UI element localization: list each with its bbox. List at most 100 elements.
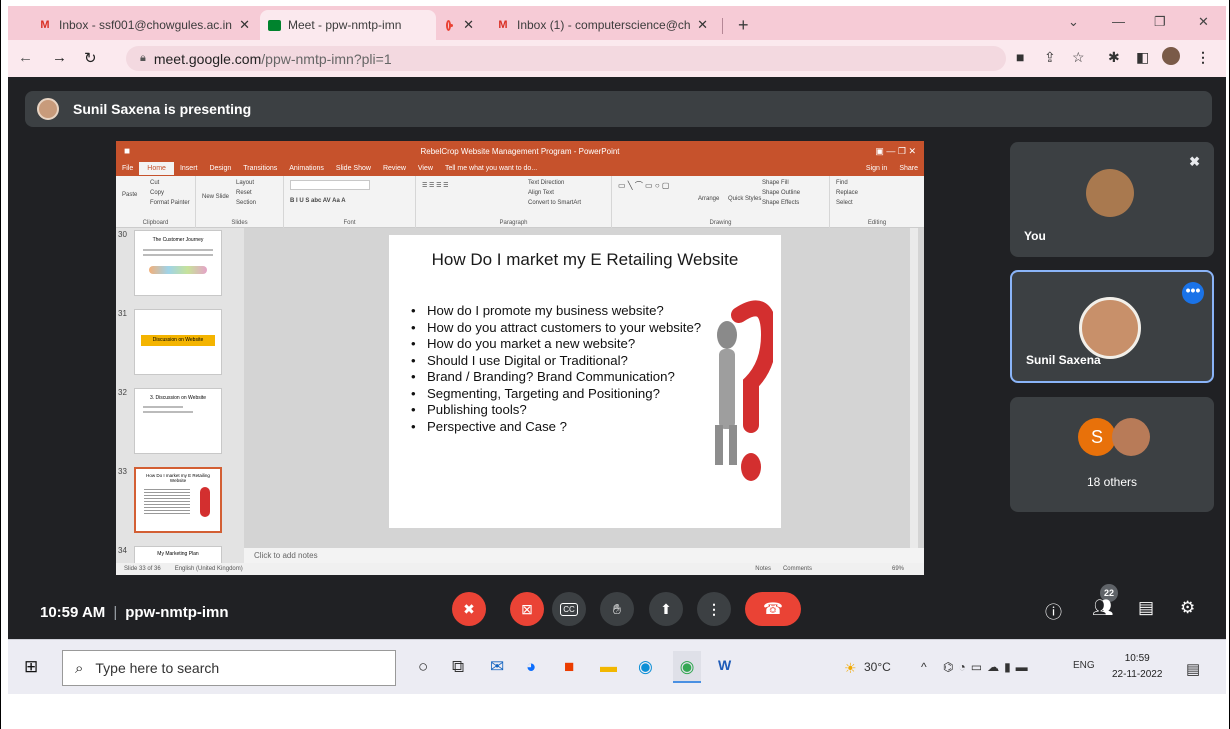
tab-gmail-inbox[interactable]: M Inbox - ssf001@chowgules.ac.in ✕: [30, 10, 258, 40]
tile-others[interactable]: S 18 others: [1010, 397, 1214, 512]
meet-icon: [268, 19, 281, 31]
ribbon-cut: Cut: [150, 180, 160, 186]
sunil-avatar: [1079, 297, 1141, 359]
address-bar[interactable]: 🔒︎ meet.google.com/ppw-nmtp-imn?pli=1: [126, 46, 1006, 71]
ribbon-group-slides: New Slide Layout Reset Section Slides: [196, 176, 284, 228]
present-button[interactable]: ⬆: [649, 592, 683, 626]
slide-thumbnail: Discussion on Website: [134, 309, 222, 375]
status-comments: Comments: [782, 566, 812, 572]
tray-chevron-icon[interactable]: ^: [921, 660, 927, 674]
mic-toggle-button[interactable]: ✖︎: [452, 592, 486, 626]
task-view-icon[interactable]: ⧉: [452, 657, 464, 677]
close-icon[interactable]: ✕: [691, 17, 708, 33]
tile-you[interactable]: ✖︎ You: [1010, 142, 1214, 257]
slide-scrollbar[interactable]: [910, 228, 918, 548]
taskbar-search-box[interactable]: ⌕ Type here to search: [62, 650, 396, 686]
ribbon-reset: Reset: [236, 190, 252, 196]
leave-call-button[interactable]: ☎: [745, 592, 801, 626]
language-indicator[interactable]: ENG: [1073, 660, 1095, 671]
lock-icon[interactable]: 🔒︎: [140, 52, 146, 65]
tab-search-icon[interactable]: ⌄: [1068, 14, 1079, 30]
tab-separator: [722, 18, 723, 34]
ppt-tab-slideshow: Slide Show: [335, 165, 371, 172]
slide-thumbnail: The Customer Journey: [134, 230, 222, 296]
chrome-icon[interactable]: ◉: [673, 651, 701, 683]
restore-icon[interactable]: ❐: [1154, 14, 1166, 30]
windows-start-icon[interactable]: ⊞: [24, 657, 38, 677]
reload-icon[interactable]: ↻: [84, 49, 97, 67]
window-close-icon[interactable]: ✕: [1198, 14, 1209, 30]
info-icon[interactable]: ⓘ: [1045, 598, 1062, 623]
ribbon-group-editing: Find Replace Select Editing: [830, 176, 924, 228]
people-icon[interactable]: 👥︎: [1092, 598, 1114, 618]
tab-meet[interactable]: Meet - ppw-nmtp-imn: [260, 10, 436, 40]
camera-toggle-button[interactable]: ⊠: [510, 592, 544, 626]
presenting-banner: Sunil Saxena is presenting: [25, 91, 1212, 127]
ppt-sign-in: Sign in: [865, 165, 888, 172]
taskbar-clock[interactable]: 10:59 22-11-2022: [1112, 651, 1162, 683]
notifications-icon[interactable]: ▤: [1186, 660, 1200, 678]
thumb-number: 32: [118, 388, 127, 397]
bookmark-star-icon[interactable]: ☆: [1072, 49, 1085, 66]
weather-temp[interactable]: 30°C: [864, 660, 891, 674]
edge-legacy-icon[interactable]: ◕: [526, 657, 536, 677]
search-placeholder: Type here to search: [95, 660, 220, 676]
thumb-line: [143, 406, 183, 408]
tab-meet-controls[interactable]: ✕: [438, 10, 482, 40]
slide-bullet-list: How do I promote my business website? Ho…: [411, 303, 721, 435]
profile-avatar[interactable]: [1162, 47, 1180, 65]
extensions-icon[interactable]: ✱: [1108, 49, 1120, 66]
tray-icons[interactable]: ⌬◔▭☁▮▬: [943, 660, 1033, 674]
ribbon-group-font: B I U S abc AV Aa A Font: [284, 176, 416, 228]
ppt-title-bar: RebelCrop Website Management Program - P…: [116, 141, 924, 161]
back-icon[interactable]: ←: [18, 49, 33, 66]
edge-icon[interactable]: ◉: [638, 657, 653, 677]
ppt-ribbon: Paste Cut Copy Format Painter Clipboard …: [116, 176, 924, 228]
ribbon-group-drawing: ▭ ╲ ⌒ ▭ ○ ▢ Arrange Quick Styles Shape F…: [612, 176, 830, 228]
windows-taskbar: ⊞ ⌕ Type here to search ○ ⧉ ✉ ◕ ■ ▬ ◉ ◉ …: [8, 639, 1226, 694]
minimize-icon[interactable]: —: [1112, 14, 1125, 29]
office-icon[interactable]: ■: [564, 657, 574, 677]
ppt-window-title: RebelCrop Website Management Program - P…: [420, 146, 620, 156]
presenting-text: Sunil Saxena is presenting: [73, 101, 252, 117]
forward-icon[interactable]: →: [52, 49, 67, 66]
thumb-number: 33: [118, 467, 127, 476]
tile-sunil-saxena[interactable]: ••• Sunil Saxena: [1010, 270, 1214, 383]
share-icon[interactable]: ⇪: [1044, 49, 1056, 66]
ppt-share: Share: [899, 165, 918, 172]
thumb-number: 34: [118, 546, 127, 555]
ribbon-find: Find: [836, 180, 848, 186]
browser-toolbar: ← → ↻ 🔒︎ meet.google.com/ppw-nmtp-imn?pl…: [8, 40, 1226, 77]
mail-app-icon[interactable]: ✉: [490, 657, 504, 677]
chat-icon[interactable]: ▤: [1138, 598, 1154, 618]
side-panel-icon[interactable]: ◧: [1136, 49, 1149, 66]
thumb-title: 3. Discussion on Website: [149, 395, 207, 401]
word-icon[interactable]: W: [718, 657, 731, 673]
ppt-window-controls: ▣ — ❐ ✕: [875, 145, 916, 156]
more-options-icon[interactable]: •••: [1182, 282, 1204, 304]
ribbon-label: Drawing: [709, 220, 732, 226]
captions-button[interactable]: CC: [552, 592, 586, 626]
ribbon-shape-effects: Shape Effects: [762, 200, 800, 206]
slide-editor: How Do I market my E Retailing Website H…: [244, 228, 924, 548]
raise-hand-button[interactable]: ✋︎: [600, 592, 634, 626]
close-icon[interactable]: ✕: [233, 17, 250, 33]
ribbon-arrange: Arrange: [698, 196, 720, 202]
activities-icon[interactable]: ⚙: [1180, 598, 1195, 618]
file-explorer-icon[interactable]: ▬: [600, 657, 617, 677]
camera-icon[interactable]: ■: [1016, 49, 1024, 65]
ribbon-layout: Layout: [236, 180, 255, 186]
cortana-icon[interactable]: ○: [418, 657, 428, 677]
tab-title: Meet - ppw-nmtp-imn: [288, 18, 402, 32]
thumb-question-graphic: [200, 487, 210, 517]
menu-dots-icon[interactable]: ⋮: [1196, 49, 1210, 66]
meeting-time: 10:59 AM: [40, 604, 106, 621]
slide-title: How Do I market my E Retailing Website: [431, 250, 739, 269]
new-tab-button[interactable]: +: [730, 10, 756, 40]
others-initial-avatar: S: [1078, 418, 1116, 456]
close-icon[interactable]: ✕: [457, 17, 474, 33]
tab-gmail-computerscience[interactable]: M Inbox (1) - computerscience@ch ✕: [488, 10, 716, 40]
ribbon-format-painter: Format Painter: [150, 200, 190, 206]
ribbon-shape-outline: Shape Outline: [762, 190, 801, 196]
more-options-button[interactable]: ⋮: [697, 592, 731, 626]
